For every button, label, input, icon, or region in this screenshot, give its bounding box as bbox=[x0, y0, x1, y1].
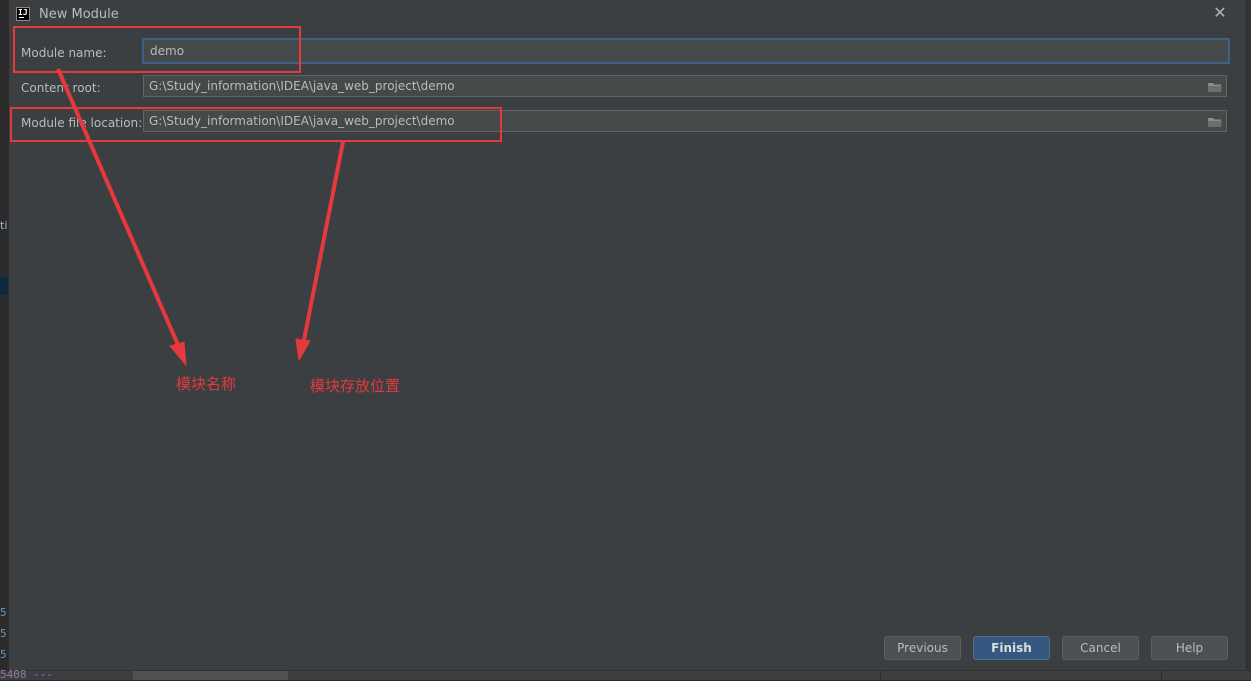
ide-line-number: 5 bbox=[0, 606, 7, 619]
content-root-label: Content root: bbox=[21, 81, 101, 95]
intellij-idea-icon: IJ bbox=[16, 7, 30, 21]
annotation-box-module-name bbox=[13, 26, 301, 73]
ide-line-numbers: 5 5 5 bbox=[0, 602, 7, 665]
module-name-input[interactable] bbox=[142, 38, 1230, 64]
finish-button[interactable]: Finish bbox=[973, 636, 1050, 660]
content-root-input[interactable] bbox=[143, 75, 1227, 97]
annotation-location-text: 模块存放位置 bbox=[310, 377, 401, 395]
dialog-titlebar: IJ New Module ✕ bbox=[9, 0, 1246, 28]
ide-text-fragment: ti bbox=[0, 219, 8, 232]
folder-browse-icon[interactable] bbox=[1207, 115, 1223, 129]
dialog-title: New Module bbox=[39, 7, 119, 22]
folder-browse-icon[interactable] bbox=[1207, 80, 1223, 94]
help-button[interactable]: Help bbox=[1151, 636, 1228, 660]
ide-line-number: 5 bbox=[0, 648, 7, 661]
ide-selection-highlight bbox=[0, 277, 8, 295]
ide-background-left: ti 5 5 5 bbox=[0, 0, 8, 679]
annotation-module-name-text: 模块名称 bbox=[176, 375, 237, 393]
annotation-box-module-location bbox=[10, 107, 502, 142]
close-icon[interactable]: ✕ bbox=[1212, 5, 1228, 21]
new-module-dialog: IJ New Module ✕ Module name: Content roo… bbox=[8, 0, 1247, 670]
previous-button[interactable]: Previous bbox=[884, 636, 961, 660]
ide-line-number: 5 bbox=[0, 627, 7, 640]
cancel-button[interactable]: Cancel bbox=[1062, 636, 1139, 660]
